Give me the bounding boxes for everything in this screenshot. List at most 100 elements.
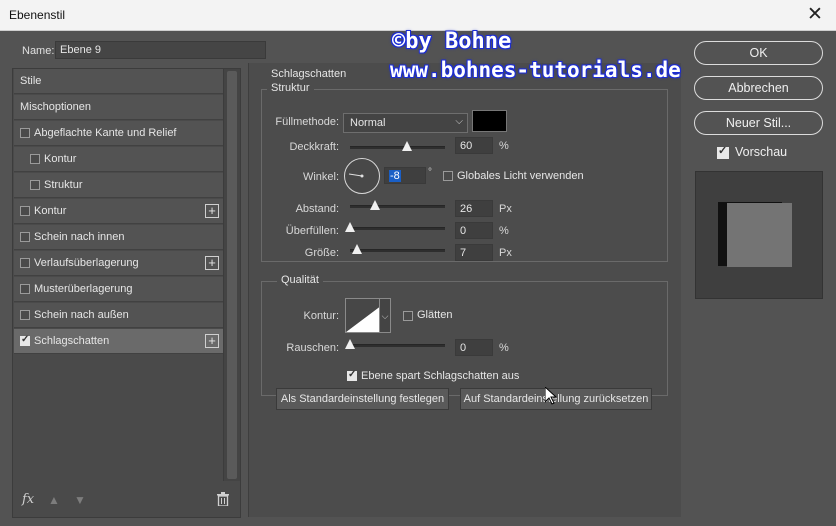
angle-label: Winkel: — [302, 171, 339, 183]
list-item-drop-shadow[interactable]: Schlagschatten + — [14, 329, 223, 354]
angle-dial-needle — [348, 173, 364, 178]
noise-unit: % — [499, 342, 509, 354]
list-item-stroke[interactable]: Kontur + — [14, 199, 223, 224]
blend-mode-select[interactable]: Normal ⌵ — [343, 113, 468, 133]
list-item-inner-glow[interactable]: Schein nach innen — [14, 225, 223, 250]
opacity-slider[interactable] — [350, 141, 445, 151]
antialias-label: Glätten — [417, 309, 453, 321]
shadow-color-swatch[interactable] — [472, 110, 507, 132]
list-item-label: Struktur — [44, 179, 83, 191]
styles-list-toolbar: fx ▲ ▼ — [12, 483, 241, 517]
slider-knob[interactable] — [402, 141, 412, 151]
preview-swatch — [727, 203, 792, 267]
watermark-line2: www.bohnes-tutorials.de — [390, 58, 681, 82]
name-label: Name: — [22, 45, 55, 57]
spread-slider[interactable] — [345, 222, 445, 232]
size-unit: Px — [499, 247, 512, 259]
cancel-button[interactable]: Abbrechen — [694, 76, 823, 100]
blend-mode-value: Normal — [350, 117, 386, 129]
checkbox-outer-glow[interactable] — [20, 310, 30, 320]
style-preview — [695, 171, 823, 299]
list-item-label: Schein nach innen — [34, 231, 125, 243]
list-item-bevel-contour[interactable]: Kontur — [14, 147, 223, 172]
slider-knob[interactable] — [351, 244, 362, 254]
distance-slider[interactable] — [350, 200, 445, 210]
list-item-stile[interactable]: Stile — [14, 69, 223, 94]
checkbox-drop-shadow[interactable] — [20, 334, 30, 346]
close-icon[interactable]: ✕ — [804, 4, 826, 26]
ok-button[interactable]: OK — [694, 41, 823, 65]
title-bar: Ebenenstil ✕ — [0, 0, 836, 31]
list-item-label: Stile — [20, 75, 42, 87]
checkbox-pattern-overlay[interactable] — [20, 284, 30, 294]
distance-input[interactable]: 26 — [455, 200, 493, 217]
global-light-label: Globales Licht verwenden — [457, 170, 584, 182]
size-slider[interactable] — [350, 244, 445, 254]
list-item-texture[interactable]: Struktur — [14, 173, 223, 198]
contour-label: Kontur: — [303, 310, 339, 322]
section-title: Schlagschatten — [271, 68, 347, 80]
add-drop-shadow-button[interactable]: + — [205, 334, 219, 348]
trash-icon[interactable] — [217, 492, 229, 506]
knockout-checkbox[interactable] — [347, 369, 357, 381]
list-item-pattern-overlay[interactable]: Musterüberlagerung — [14, 277, 223, 302]
angle-dial[interactable] — [344, 158, 380, 194]
move-down-icon[interactable]: ▼ — [74, 493, 86, 507]
slider-knob[interactable] — [345, 339, 355, 349]
noise-label: Rauschen: — [286, 342, 339, 354]
checkbox-stroke[interactable] — [20, 206, 30, 216]
new-style-button[interactable]: Neuer Stil... — [694, 111, 823, 135]
degree-symbol: ° — [428, 167, 432, 178]
add-gradient-overlay-button[interactable]: + — [205, 256, 219, 270]
preview-label: Vorschau — [735, 145, 788, 159]
list-item-label: Mischoptionen — [20, 101, 91, 113]
list-item-label: Kontur — [44, 153, 77, 165]
spread-unit: % — [499, 225, 509, 237]
settings-panel: Schlagschatten Struktur Füllmethode: Nor… — [248, 63, 681, 517]
move-up-icon[interactable]: ▲ — [48, 493, 60, 507]
opacity-label: Deckkraft: — [289, 141, 339, 153]
mouse-cursor-icon — [545, 387, 557, 405]
styles-list-scrollbar[interactable] — [223, 69, 240, 481]
quality-legend: Qualität — [277, 274, 323, 286]
list-item-label: Verlaufsüberlagerung — [34, 257, 139, 269]
antialias-checkbox[interactable] — [403, 311, 413, 321]
list-item-outer-glow[interactable]: Schein nach außen — [14, 303, 223, 328]
distance-unit: Px — [499, 203, 512, 215]
checkbox-bevel-contour[interactable] — [30, 154, 40, 164]
size-label: Größe: — [304, 247, 339, 259]
structure-legend: Struktur — [267, 82, 314, 94]
checkbox-bevel-emboss[interactable] — [20, 128, 30, 138]
spread-label: Überfüllen: — [285, 225, 339, 237]
spread-input[interactable]: 0 — [455, 222, 493, 239]
list-item-label: Musterüberlagerung — [34, 283, 133, 295]
size-input[interactable]: 7 — [455, 244, 493, 261]
checkbox-gradient-overlay[interactable] — [20, 258, 30, 268]
watermark-line1: ©by Bohne — [392, 29, 512, 54]
global-light-checkbox[interactable] — [443, 171, 453, 181]
set-default-button[interactable]: Als Standardeinstellung festlegen — [276, 388, 449, 410]
list-item-label: Kontur — [34, 205, 67, 217]
scrollbar-thumb[interactable] — [227, 71, 237, 479]
blend-mode-label: Füllmethode: — [275, 116, 339, 128]
angle-input[interactable]: -8 — [384, 167, 426, 184]
window-title: Ebenenstil — [9, 8, 66, 22]
preview-checkbox[interactable] — [717, 144, 729, 159]
slider-knob[interactable] — [345, 222, 355, 232]
checkbox-inner-glow[interactable] — [20, 232, 30, 242]
opacity-unit: % — [499, 140, 509, 152]
noise-input[interactable]: 0 — [455, 339, 493, 356]
list-item-mischoptionen[interactable]: Mischoptionen — [14, 95, 223, 120]
layer-style-dialog: Name: Stile Mischoptionen Abgeflachte Ka… — [0, 31, 836, 526]
noise-slider[interactable] — [345, 339, 445, 349]
checkbox-texture[interactable] — [30, 180, 40, 190]
name-input[interactable] — [55, 41, 266, 59]
contour-dropdown[interactable]: ⌵ — [379, 298, 391, 333]
list-item-gradient-overlay[interactable]: Verlaufsüberlagerung + — [14, 251, 223, 276]
distance-label: Abstand: — [295, 203, 339, 215]
add-stroke-button[interactable]: + — [205, 204, 219, 218]
opacity-input[interactable]: 60 — [455, 137, 493, 154]
slider-knob[interactable] — [369, 200, 380, 210]
list-item-bevel-emboss[interactable]: Abgeflachte Kante und Relief — [14, 121, 223, 146]
fx-icon[interactable]: fx — [22, 492, 34, 507]
